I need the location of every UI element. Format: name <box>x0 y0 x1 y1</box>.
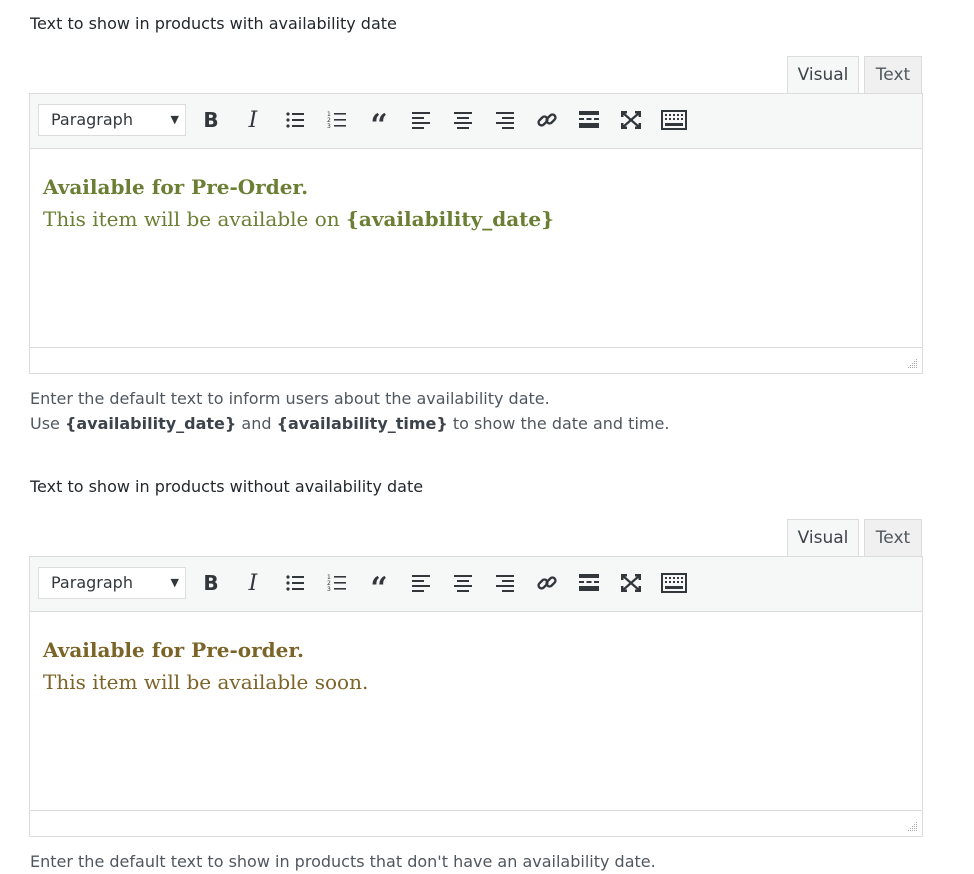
align-left-button[interactable] <box>407 106 435 134</box>
numbered-list-icon: 1 2 3 <box>327 111 346 130</box>
fullscreen-icon <box>621 574 641 592</box>
format-select-value: Paragraph <box>51 573 133 592</box>
italic-icon: I <box>248 570 258 596</box>
numbered-list-icon: 1 2 3 <box>327 574 346 593</box>
svg-text:3: 3 <box>327 123 331 130</box>
resize-handle-icon[interactable] <box>906 820 918 832</box>
align-right-icon <box>496 112 514 129</box>
link-button[interactable] <box>533 106 561 134</box>
link-button[interactable] <box>533 569 561 597</box>
italic-button[interactable]: I <box>239 569 267 597</box>
editor-statusbar <box>30 810 922 836</box>
fullscreen-button[interactable] <box>617 569 645 597</box>
read-more-icon <box>579 111 599 128</box>
format-select[interactable]: Paragraph ▼ <box>38 104 186 136</box>
resize-handle-icon[interactable] <box>906 357 918 369</box>
blockquote-icon: “ <box>370 571 388 606</box>
align-center-button[interactable] <box>449 569 477 597</box>
read-more-button[interactable] <box>575 106 603 134</box>
caret-down-icon: ▼ <box>170 113 179 126</box>
toolbar-toggle-icon <box>661 573 687 593</box>
editor-statusbar <box>30 347 922 373</box>
read-more-button[interactable] <box>575 569 603 597</box>
italic-icon: I <box>248 107 258 133</box>
format-select-value: Paragraph <box>51 110 133 129</box>
align-right-button[interactable] <box>491 569 519 597</box>
toolbar-toggle-icon <box>661 110 687 130</box>
bold-icon: B <box>203 108 219 132</box>
bulleted-list-icon <box>286 575 304 591</box>
bulleted-list-icon <box>286 112 304 128</box>
editor-content[interactable]: Available for Pre-Order. This item will … <box>30 149 922 349</box>
content-heading: Available for Pre-Order. <box>43 175 309 199</box>
rich-text-editor: Paragraph ▼ B I 1 2 3 “ Available for Pr… <box>29 93 923 374</box>
read-more-icon <box>579 574 599 591</box>
svg-text:3: 3 <box>327 586 331 593</box>
align-left-icon <box>412 575 430 592</box>
align-left-icon <box>412 112 430 129</box>
blockquote-icon: “ <box>370 108 388 143</box>
fullscreen-button[interactable] <box>617 106 645 134</box>
field-title: Text to show in products with availabili… <box>30 14 397 33</box>
align-center-icon <box>454 112 472 129</box>
content-line: This item will be available soon. <box>43 670 369 694</box>
bulleted-list-button[interactable] <box>281 569 309 597</box>
toolbar-toggle-button[interactable] <box>659 569 689 597</box>
tab-text[interactable]: Text <box>864 56 922 94</box>
field-description: Enter the default text to inform users a… <box>30 389 670 433</box>
content-line: This item will be available on {availabi… <box>43 207 554 231</box>
align-right-button[interactable] <box>491 106 519 134</box>
editor-toolbar: Paragraph ▼ B I 1 2 3 “ <box>30 94 922 149</box>
numbered-list-button[interactable]: 1 2 3 <box>323 106 351 134</box>
availability-date-placeholder: {availability_date} <box>346 207 554 231</box>
bulleted-list-button[interactable] <box>281 106 309 134</box>
toolbar-toggle-button[interactable] <box>659 106 689 134</box>
align-center-button[interactable] <box>449 106 477 134</box>
link-icon <box>537 113 557 127</box>
align-center-icon <box>454 575 472 592</box>
tab-visual[interactable]: Visual <box>787 56 859 94</box>
bold-icon: B <box>203 571 219 595</box>
numbered-list-button[interactable]: 1 2 3 <box>323 569 351 597</box>
field-title: Text to show in products without availab… <box>30 477 424 496</box>
italic-button[interactable]: I <box>239 106 267 134</box>
blockquote-button[interactable]: “ <box>365 106 393 143</box>
editor-toolbar: Paragraph ▼ B I 1 2 3 “ <box>30 557 922 612</box>
blockquote-button[interactable]: “ <box>365 569 393 606</box>
align-right-icon <box>496 575 514 592</box>
align-left-button[interactable] <box>407 569 435 597</box>
format-select[interactable]: Paragraph ▼ <box>38 567 186 599</box>
fullscreen-icon <box>621 111 641 129</box>
link-icon <box>537 576 557 590</box>
rich-text-editor: Paragraph ▼ B I 1 2 3 “ Available for Pr… <box>29 556 923 837</box>
field-description: Enter the default text to show in produc… <box>30 852 656 871</box>
bold-button[interactable]: B <box>197 106 225 134</box>
tab-text[interactable]: Text <box>864 519 922 557</box>
bold-button[interactable]: B <box>197 569 225 597</box>
content-heading: Available for Pre-order. <box>43 638 305 662</box>
tab-visual[interactable]: Visual <box>787 519 859 557</box>
editor-content[interactable]: Available for Pre-order. This item will … <box>30 612 922 812</box>
caret-down-icon: ▼ <box>170 576 179 589</box>
